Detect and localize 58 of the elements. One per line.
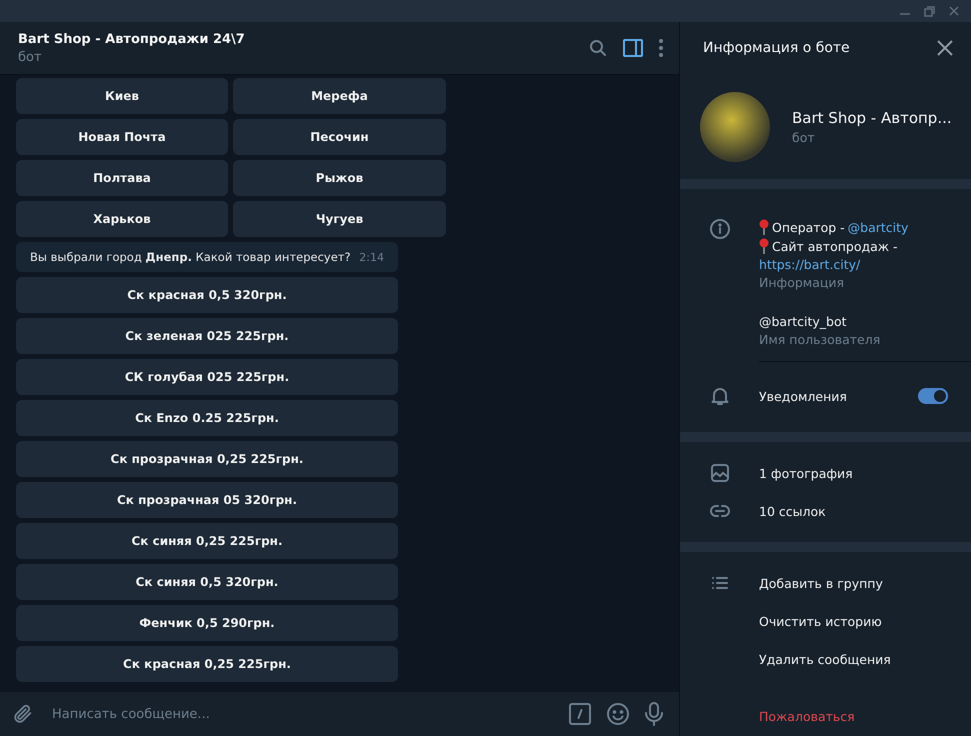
- media-link[interactable]: 10 ссылок: [759, 504, 826, 518]
- description-text: Оператор -: [772, 220, 845, 234]
- bot-subtitle: бот: [792, 130, 816, 145]
- action-item[interactable]: Удалить сообщения: [759, 652, 891, 666]
- commands-icon[interactable]: [569, 703, 591, 725]
- link-icon: [710, 505, 730, 517]
- pin-icon: [759, 219, 769, 235]
- chat-title: Bart Shop - Автопродажи 24\7: [18, 32, 246, 46]
- chat-subtitle: бот: [18, 50, 43, 64]
- keyboard-button[interactable]: Ск синяя 0,25 225грн.: [16, 523, 398, 559]
- search-icon[interactable]: [589, 39, 607, 57]
- keyboard-button[interactable]: Мерефа: [233, 78, 446, 114]
- photo-icon: [710, 464, 728, 482]
- keyboard-button[interactable]: Харьков: [16, 201, 228, 237]
- action-item[interactable]: Добавить в группу: [759, 576, 883, 590]
- operator-link[interactable]: @bartcity: [848, 220, 908, 234]
- description-caption: Информация: [759, 275, 846, 290]
- close-icon[interactable]: [949, 6, 959, 16]
- notifications-label: Уведомления: [759, 388, 848, 404]
- info-icon: [710, 219, 730, 239]
- bot-name: Bart Shop - Автопр...: [792, 108, 953, 127]
- action-item[interactable]: Очистить историю: [759, 614, 882, 628]
- site-link[interactable]: https://bart.city/: [759, 257, 860, 272]
- action-item[interactable]: Пожаловаться: [759, 709, 855, 724]
- sidebar-toggle-icon[interactable]: [623, 39, 643, 57]
- message-time: 2:14: [359, 251, 384, 264]
- keyboard-button[interactable]: Полтава: [16, 160, 228, 196]
- keyboard-button[interactable]: Новая Почта: [16, 119, 228, 155]
- emoji-icon[interactable]: [607, 703, 629, 725]
- notifications-toggle[interactable]: [918, 388, 948, 404]
- close-icon[interactable]: [937, 40, 953, 56]
- keyboard-button[interactable]: Ск прозрачная 0,25 225грн.: [16, 441, 398, 477]
- keyboard-button[interactable]: Рыжов: [233, 160, 446, 196]
- keyboard-button[interactable]: Песочин: [233, 119, 446, 155]
- pin-icon: [759, 238, 769, 254]
- keyboard-button[interactable]: Ск зеленая 025 225грн.: [16, 318, 398, 354]
- bell-icon: [710, 386, 728, 406]
- microphone-icon[interactable]: [645, 702, 663, 726]
- keyboard-button[interactable]: Фенчик 0,5 290грн.: [16, 605, 398, 641]
- keyboard-button[interactable]: Ск красная 0,25 225грн.: [16, 646, 398, 682]
- restore-icon[interactable]: [924, 6, 935, 16]
- keyboard-button[interactable]: Ск прозрачная 05 320грн.: [16, 482, 398, 518]
- username-caption: Имя пользователя: [759, 332, 882, 347]
- panel-title: Информация о боте: [703, 40, 850, 56]
- list-icon: [712, 577, 728, 589]
- keyboard-button[interactable]: Ск синяя 0,5 320грн.: [16, 564, 398, 600]
- keyboard-button[interactable]: Ск Enzo 0.25 225грн.: [16, 400, 398, 436]
- keyboard-button[interactable]: Ск красная 0,5 320грн.: [16, 277, 398, 313]
- media-link[interactable]: 1 фотография: [759, 466, 853, 480]
- keyboard-button[interactable]: Киев: [16, 78, 228, 114]
- message-input[interactable]: Написать сообщение...: [50, 706, 553, 722]
- keyboard-button[interactable]: Чугуев: [233, 201, 446, 237]
- keyboard-button[interactable]: СК голубая 025 225грн.: [16, 359, 398, 395]
- username: @bartcity_bot: [759, 314, 848, 329]
- paperclip-icon[interactable]: [12, 703, 34, 725]
- message-text: Вы выбрали город Днепр. Какой товар интересует?: [30, 250, 352, 264]
- more-icon[interactable]: [659, 39, 663, 57]
- description-text: Сайт автопродаж -: [772, 238, 898, 254]
